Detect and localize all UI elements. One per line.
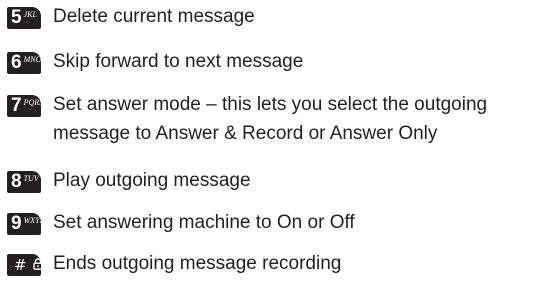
lock-icon xyxy=(32,257,41,275)
list-item: 5 JKL Delete current message xyxy=(7,5,255,31)
list-item: 7 PQRS Set answer mode – this lets you s… xyxy=(7,93,487,148)
item-description: Skip forward to next message xyxy=(53,51,304,72)
keypad-key-5-icon: 5 JKL xyxy=(7,7,41,29)
keypad-key-9-icon: 9 WXYZ xyxy=(7,213,41,235)
item-description: Set answering machine to On or Off xyxy=(53,212,355,233)
item-description: Delete current message xyxy=(53,6,255,27)
keypad-key-hash-icon: # xyxy=(7,254,41,276)
list-item: 9 WXYZ Set answering machine to On or Of… xyxy=(7,211,355,237)
item-description: Ends outgoing message recording xyxy=(53,253,342,274)
list-item: 8 TUV Play outgoing message xyxy=(7,169,251,195)
item-description-line: Set answer mode – this lets you select t… xyxy=(53,94,488,115)
keypad-key-6-icon: 6 MNO xyxy=(7,52,41,74)
keypad-key-8-icon: 8 TUV xyxy=(7,171,41,193)
list-item: # Ends outgoing message recording xyxy=(7,252,341,278)
item-description-line: message to Answer & Record or Answer Onl… xyxy=(53,123,438,144)
list-item: 6 MNO Skip forward to next message xyxy=(7,50,303,76)
item-description: Play outgoing message xyxy=(53,170,251,191)
keypad-key-7-icon: 7 PQRS xyxy=(7,95,41,117)
item-description: Set answer mode – this lets you select t… xyxy=(53,93,487,148)
